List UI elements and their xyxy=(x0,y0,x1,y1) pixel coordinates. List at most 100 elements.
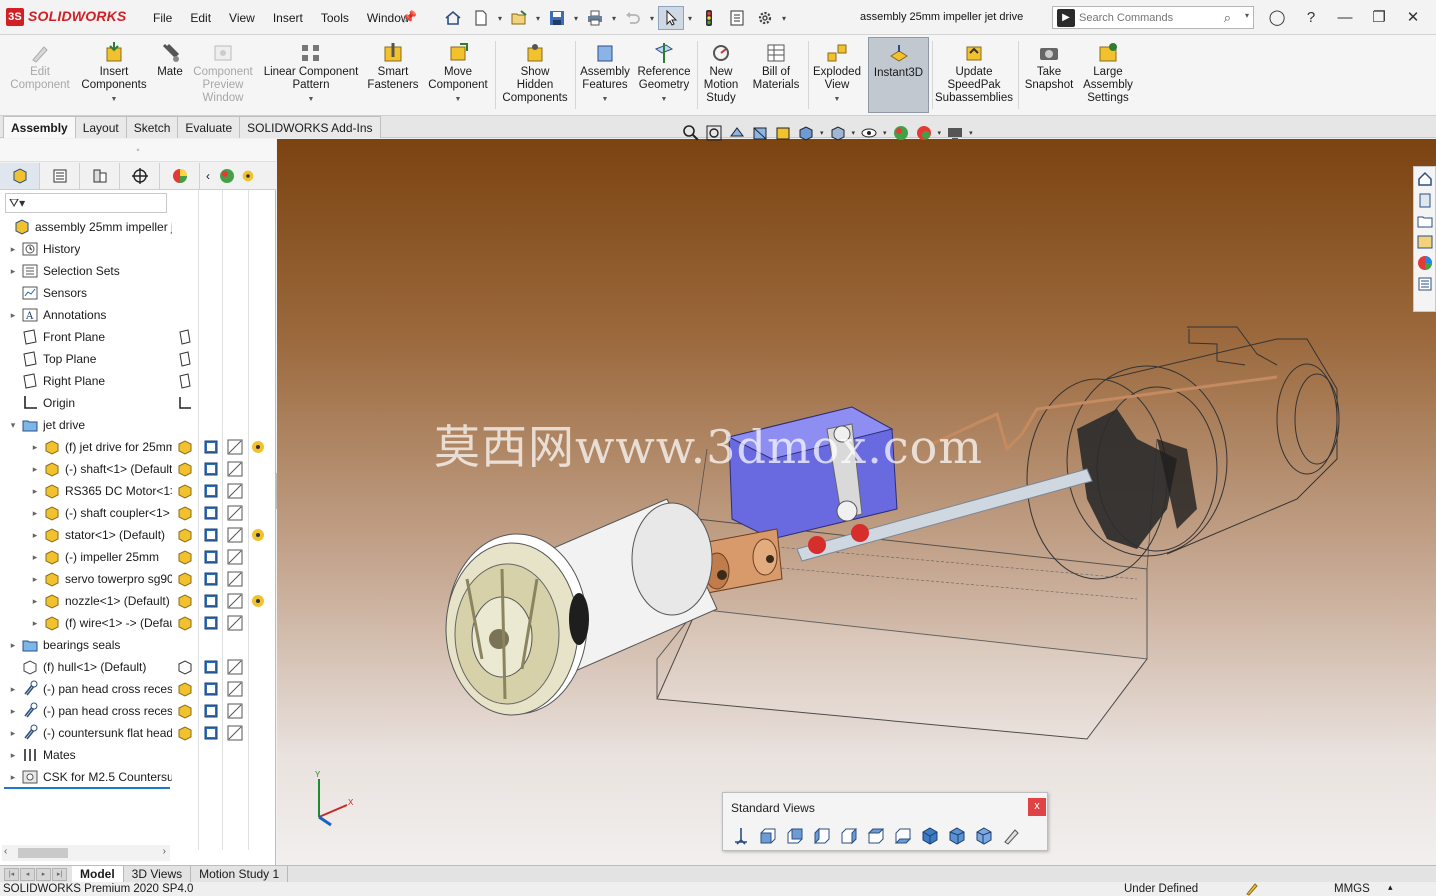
tree-node[interactable]: Top Plane xyxy=(0,348,172,370)
edit-appearance-icon[interactable] xyxy=(892,124,910,142)
expand-toggle-icon[interactable]: ▸ xyxy=(8,706,18,717)
dimetric-view-icon[interactable] xyxy=(974,826,994,846)
previous-view-icon[interactable] xyxy=(728,124,746,142)
appearance-state-icon[interactable] xyxy=(227,681,243,697)
appearance-state-icon[interactable] xyxy=(227,549,243,565)
appearance-state-icon[interactable] xyxy=(227,527,243,543)
search-commands[interactable]: ▶ ⌕ ▾ xyxy=(1052,6,1254,29)
prev-tab-icon[interactable]: ◂ xyxy=(20,868,35,881)
first-tab-icon[interactable]: |◂ xyxy=(4,868,19,881)
appearance-state-icon[interactable] xyxy=(227,571,243,587)
zoom-to-fit-icon[interactable] xyxy=(682,124,700,142)
right-view-icon[interactable] xyxy=(839,826,859,846)
expand-toggle-icon[interactable]: ▸ xyxy=(8,728,18,739)
component-state-icon[interactable] xyxy=(177,461,193,477)
display-state-icon[interactable] xyxy=(203,725,219,741)
appearance-state-icon[interactable] xyxy=(227,725,243,741)
tab-addins[interactable]: SOLIDWORKS Add-Ins xyxy=(239,116,381,138)
view-settings-icon[interactable] xyxy=(946,124,964,142)
last-tab-icon[interactable]: ▸| xyxy=(52,868,67,881)
instant3d-button[interactable]: Instant3D xyxy=(868,37,929,113)
save-dropdown-icon[interactable]: ▾ xyxy=(572,14,580,23)
zoom-area-icon[interactable] xyxy=(705,124,723,142)
tree-node[interactable]: ▸ Selection Sets xyxy=(0,260,172,282)
normal-to-icon[interactable] xyxy=(731,826,751,846)
insert-components-button[interactable]: Insert Components ▼ xyxy=(78,37,150,113)
tree-node[interactable]: ▸ (-) pan head cross recessed xyxy=(0,678,172,700)
options-button[interactable] xyxy=(752,6,778,30)
component-state-icon[interactable] xyxy=(177,615,193,631)
design-library-icon[interactable] xyxy=(1416,191,1434,209)
appearance-state-icon[interactable] xyxy=(227,659,243,675)
rebuild-button[interactable] xyxy=(696,6,722,30)
show-hidden-components-button[interactable]: Show Hidden Components xyxy=(498,37,572,113)
tree-node[interactable]: ▸ bearings seals xyxy=(0,634,172,656)
hidden-bodies-icon[interactable] xyxy=(250,527,266,543)
appearance-state-icon[interactable] xyxy=(227,703,243,719)
tree-node[interactable]: Right Plane xyxy=(0,370,172,392)
display-state-icon[interactable] xyxy=(203,439,219,455)
tree-node[interactable]: ▸ CSK for M2.5 Countersunk xyxy=(0,766,172,788)
expand-toggle-icon[interactable]: ▸ xyxy=(30,618,40,629)
component-state-icon[interactable] xyxy=(177,703,193,719)
search-dropdown-icon[interactable]: ▾ xyxy=(1245,11,1249,20)
undo-button[interactable] xyxy=(620,6,646,30)
menu-edit[interactable]: Edit xyxy=(181,11,220,25)
isometric-view-icon[interactable] xyxy=(920,826,940,846)
expand-toggle-icon[interactable]: ▸ xyxy=(8,244,18,255)
plane-visibility-icon[interactable] xyxy=(177,329,193,345)
tree-horizontal-scrollbar[interactable]: ‹ › xyxy=(2,845,170,861)
mate-button[interactable]: Mate xyxy=(152,37,188,113)
tree-node[interactable]: Origin xyxy=(0,392,172,414)
component-state-icon[interactable] xyxy=(177,505,193,521)
hidden-bodies-icon[interactable] xyxy=(250,439,266,455)
expand-toggle-icon[interactable]: ▸ xyxy=(8,266,18,277)
appearance-state-icon[interactable] xyxy=(227,593,243,609)
view-orientation-dropdown-icon[interactable]: ▾ xyxy=(820,129,824,137)
tree-node[interactable]: ▸ (-) shaft coupler<1> xyxy=(0,502,172,524)
component-preview-window-button[interactable]: Component Preview Window xyxy=(190,37,256,113)
tab-layout[interactable]: Layout xyxy=(74,116,127,138)
tab-evaluate[interactable]: Evaluate xyxy=(177,116,241,138)
tree-node[interactable]: ▸ (-) shaft<1> (Default) xyxy=(0,458,172,480)
update-speedpak-button[interactable]: Update SpeedPak Subassemblies xyxy=(934,37,1014,113)
appearance-state-icon[interactable] xyxy=(227,615,243,631)
new-dropdown-icon[interactable]: ▾ xyxy=(496,14,504,23)
panel-resize-handle[interactable]: ◦ xyxy=(0,139,276,162)
appearance-state-icon[interactable] xyxy=(227,461,243,477)
hide-show-items-icon[interactable] xyxy=(860,124,878,142)
tabs-scroll-left-icon[interactable]: ‹ xyxy=(200,169,216,183)
select-dropdown-icon[interactable]: ▾ xyxy=(686,14,694,23)
section-view-icon[interactable] xyxy=(751,124,769,142)
move-component-dropdown-icon[interactable]: ▼ xyxy=(455,93,462,106)
move-component-button[interactable]: Move Component ▼ xyxy=(424,37,492,113)
linear-component-pattern-button[interactable]: Linear Component Pattern ▼ xyxy=(260,37,362,113)
tree-node[interactable]: ▸ A Annotations xyxy=(0,304,172,326)
tab-motion-study-1[interactable]: Motion Study 1 xyxy=(191,866,289,883)
tree-node[interactable]: ▸ (f) jet drive for 25mm xyxy=(0,436,172,458)
tab-assembly[interactable]: Assembly xyxy=(3,116,76,138)
component-state-icon[interactable] xyxy=(177,725,193,741)
hide-show-dropdown-icon[interactable]: ▾ xyxy=(883,129,887,137)
exploded-view-button[interactable]: Exploded View ▼ xyxy=(810,37,864,113)
new-document-button[interactable] xyxy=(468,6,494,30)
display-state-icon[interactable] xyxy=(203,483,219,499)
assembly-features-button[interactable]: Assembly Features ▼ xyxy=(578,37,632,113)
tab-sketch[interactable]: Sketch xyxy=(125,116,179,138)
account-icon[interactable]: ◯ xyxy=(1262,5,1292,29)
appearances-scenes-icon[interactable] xyxy=(1416,254,1434,272)
bill-of-materials-button[interactable]: Bill of Materials xyxy=(748,37,804,113)
tree-node[interactable]: ▸ RS365 DC Motor<1> xyxy=(0,480,172,502)
display-state-icon[interactable] xyxy=(203,615,219,631)
dynamic-annotation-icon[interactable] xyxy=(774,124,792,142)
expand-toggle-icon[interactable]: ▸ xyxy=(30,552,40,563)
hidden-bodies-icon[interactable] xyxy=(250,593,266,609)
linear-pattern-dropdown-icon[interactable]: ▼ xyxy=(308,93,315,106)
expand-toggle-icon[interactable]: ▸ xyxy=(8,750,18,761)
open-dropdown-icon[interactable]: ▾ xyxy=(534,14,542,23)
appearance-state-icon[interactable] xyxy=(227,505,243,521)
print-dropdown-icon[interactable]: ▾ xyxy=(610,14,618,23)
apply-scene-dropdown-icon[interactable]: ▾ xyxy=(938,129,942,137)
expand-toggle-icon[interactable]: ▸ xyxy=(8,684,18,695)
menu-file[interactable]: File xyxy=(144,11,181,25)
